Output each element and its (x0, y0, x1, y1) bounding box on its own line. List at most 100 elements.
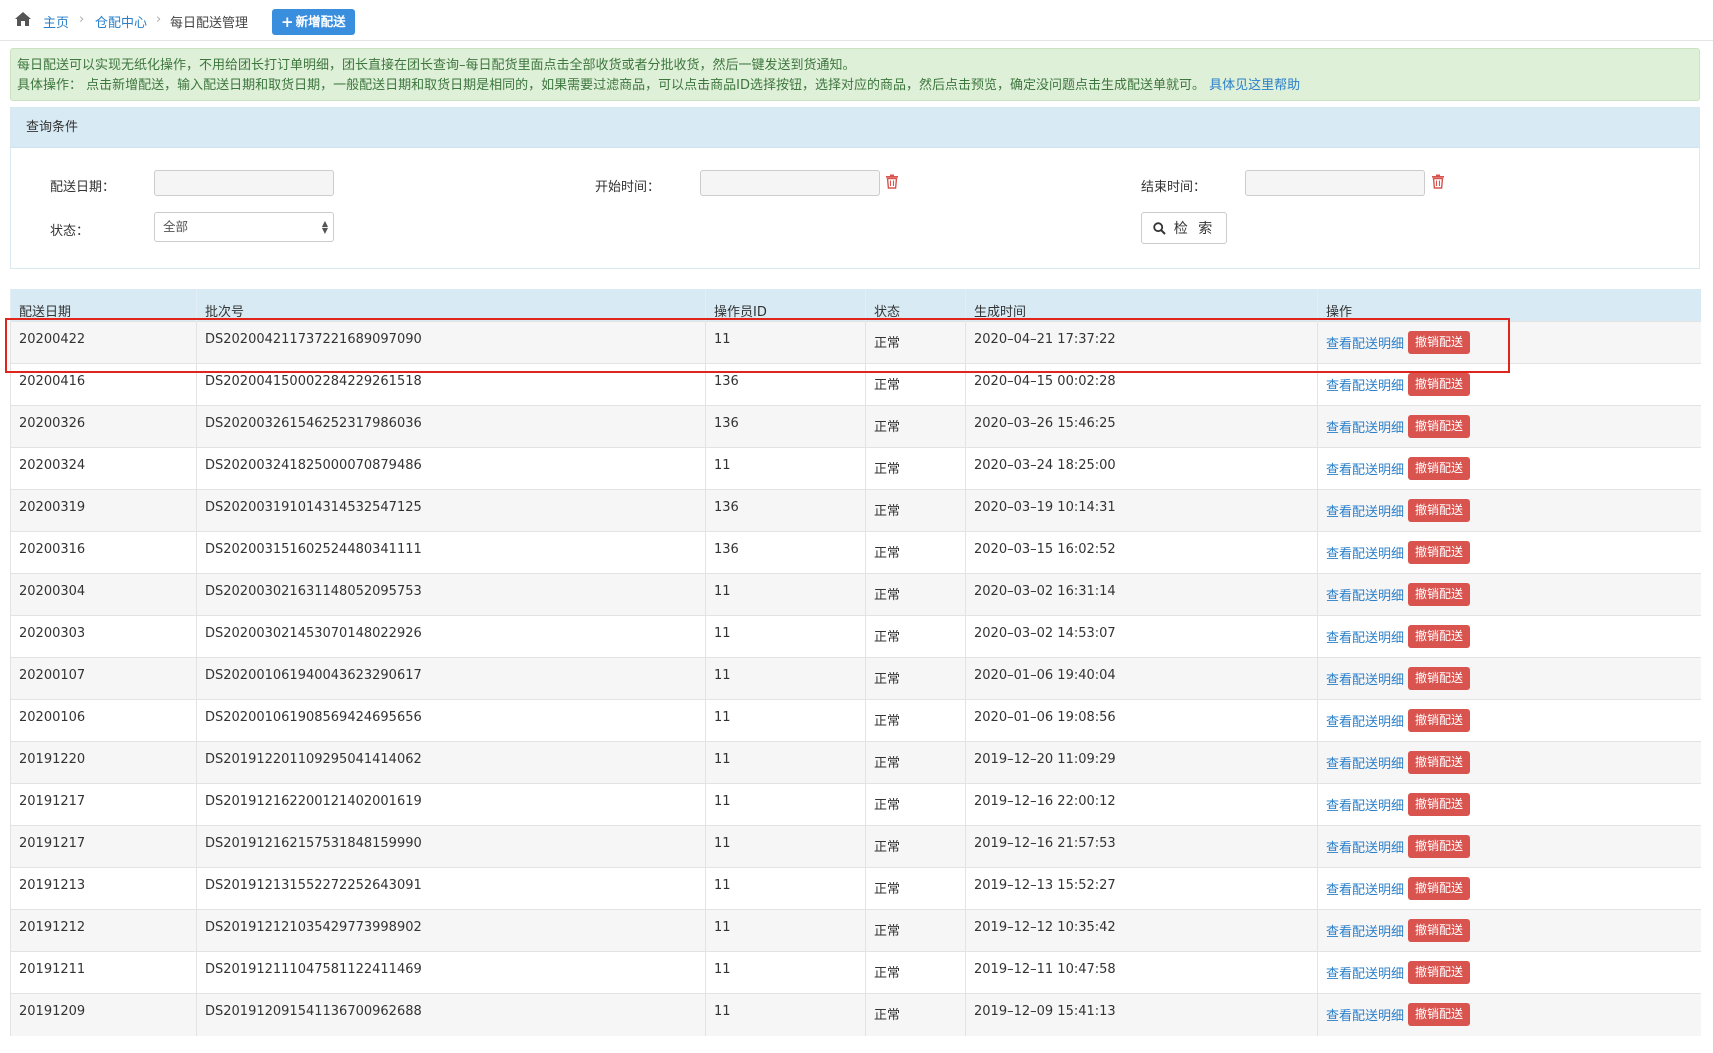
col-header-operator-id[interactable]: 操作员ID (705, 289, 866, 322)
notice-instructions: 具体操作： 点击新增配送，输入配送日期和取货日期，一般配送日期和取货日期是相同的… (17, 78, 1205, 93)
cell-operator-id: 11 (705, 825, 866, 868)
breadcrumb-current: 每日配送管理 (170, 16, 249, 31)
end-time-input[interactable] (1245, 170, 1425, 196)
cell-operator-id: 11 (705, 573, 866, 616)
cell-delivery-date: 20191220 (10, 741, 197, 784)
revoke-delivery-button[interactable]: 撤销配送 (1408, 499, 1471, 522)
table-row: 20200316 DS20200315160252448034​1111 136 正常… (10, 531, 1701, 574)
clear-end-time-icon[interactable] (1431, 174, 1445, 189)
clear-start-time-icon[interactable] (885, 174, 899, 189)
revoke-delivery-button[interactable]: 撤销配送 (1408, 751, 1471, 774)
revoke-delivery-button[interactable]: 撤销配送 (1408, 373, 1471, 396)
revoke-delivery-button[interactable]: 撤销配送 (1408, 667, 1471, 690)
view-delivery-detail-link[interactable]: 查看配送明细 (1326, 883, 1404, 898)
revoke-delivery-button[interactable]: 撤销配送 (1408, 793, 1471, 816)
status-select[interactable]: 全部 ▲ ▼ (154, 212, 334, 242)
revoke-delivery-button[interactable]: 撤销配送 (1408, 541, 1471, 564)
revoke-delivery-button[interactable]: 撤销配送 (1408, 835, 1471, 858)
revoke-delivery-button[interactable]: 撤销配送 (1408, 1003, 1471, 1026)
breadcrumb-separator: › (156, 12, 162, 27)
home-icon[interactable] (14, 11, 32, 27)
cell-delivery-date: 20191217 (10, 783, 197, 826)
revoke-delivery-button[interactable]: 撤销配送 (1408, 457, 1471, 480)
col-header-delivery-date[interactable]: 配送日期 (10, 289, 197, 322)
view-delivery-detail-link[interactable]: 查看配送明细 (1326, 505, 1404, 520)
table-row: 20200319 DS20200319101431453254712​5 136 正常… (10, 489, 1701, 532)
table-row: 20191212 DS20191212103542977399​8902 11 正常 2… (10, 909, 1701, 952)
cell-created-time: 2019–12–16 22:00:12 (965, 783, 1318, 826)
cell-status: 正常 (865, 363, 966, 406)
view-delivery-detail-link[interactable]: 查看配送明细 (1326, 379, 1404, 394)
view-delivery-detail-link[interactable]: 查看配送明细 (1326, 547, 1404, 562)
table-row: 20200107 DS20200106194004362329​0617 11 正常 2… (10, 657, 1701, 700)
cell-created-time: 2020–03–15 16:02:52 (965, 531, 1318, 574)
cell-delivery-date: 20200304 (10, 573, 197, 616)
cell-actions: 查看配送明细 撤销配送 (1317, 657, 1701, 700)
revoke-delivery-button[interactable]: 撤销配送 (1408, 625, 1471, 648)
cell-created-time: 2020–03–02 14:53:07 (965, 615, 1318, 658)
start-time-input[interactable] (700, 170, 880, 196)
view-delivery-detail-link[interactable]: 查看配送明细 (1326, 421, 1404, 436)
breadcrumb-warehouse[interactable]: 仓配中心 (95, 12, 147, 31)
table-row: 20191220 DS20191220110929504141​4062 11 正常 2… (10, 741, 1701, 784)
cell-delivery-date: 20200106 (10, 699, 197, 742)
cell-status: 正常 (865, 993, 966, 1036)
breadcrumb-home[interactable]: 主页 (43, 12, 69, 31)
cell-status: 正常 (865, 489, 966, 532)
col-header-batch-no[interactable]: 批次号 (196, 289, 706, 322)
delivery-date-label: 配送日期： (50, 180, 116, 195)
revoke-delivery-button[interactable]: 撤销配送 (1408, 331, 1471, 354)
revoke-delivery-button[interactable]: 撤销配送 (1408, 877, 1471, 900)
cell-actions: 查看配送明细 撤销配送 (1317, 489, 1701, 532)
cell-status: 正常 (865, 405, 966, 448)
cell-actions: 查看配送明细 撤销配送 (1317, 825, 1701, 868)
cell-status: 正常 (865, 867, 966, 910)
cell-delivery-date: 20191217 (10, 825, 197, 868)
revoke-delivery-button[interactable]: 撤销配送 (1408, 961, 1471, 984)
delivery-date-input[interactable] (154, 170, 334, 196)
add-delivery-button[interactable]: + 新增配送 (272, 9, 355, 35)
help-link[interactable]: 具体见这里帮助 (1209, 78, 1300, 93)
cell-batch-no: DS20200319101431453254712​5 (196, 489, 706, 532)
view-delivery-detail-link[interactable]: 查看配送明细 (1326, 841, 1404, 856)
cell-created-time: 2020–01–06 19:08:56 (965, 699, 1318, 742)
table-row: 20191213 DS20191213155227225264​3091 11 正常 2… (10, 867, 1701, 910)
cell-actions: 查看配送明细 撤销配送 (1317, 531, 1701, 574)
view-delivery-detail-link[interactable]: 查看配送明细 (1326, 463, 1404, 478)
view-delivery-detail-link[interactable]: 查看配送明细 (1326, 673, 1404, 688)
cell-batch-no: DS20191216220012140200​1619 (196, 783, 706, 826)
view-delivery-detail-link[interactable]: 查看配送明细 (1326, 631, 1404, 646)
cell-operator-id: 136 (705, 489, 866, 532)
cell-created-time: 2020–04–21 17:37:22 (965, 321, 1318, 364)
view-delivery-detail-link[interactable]: 查看配送明细 (1326, 967, 1404, 982)
cell-operator-id: 11 (705, 615, 866, 658)
cell-status: 正常 (865, 741, 966, 784)
view-delivery-detail-link[interactable]: 查看配送明细 (1326, 925, 1404, 940)
col-header-status[interactable]: 状态 (865, 289, 966, 322)
view-delivery-detail-link[interactable]: 查看配送明细 (1326, 589, 1404, 604)
view-delivery-detail-link[interactable]: 查看配送明细 (1326, 715, 1404, 730)
cell-operator-id: 136 (705, 363, 866, 406)
cell-status: 正常 (865, 615, 966, 658)
cell-batch-no: DS20200421173722168​9097090 (196, 321, 706, 364)
cell-status: 正常 (865, 951, 966, 994)
view-delivery-detail-link[interactable]: 查看配送明细 (1326, 799, 1404, 814)
info-notice: 每日配送可以实现无纸化操作，不用给团长打订单明细，团长直接在团长查询–每日配货里… (10, 48, 1700, 101)
view-delivery-detail-link[interactable]: 查看配送明细 (1326, 337, 1404, 352)
revoke-delivery-button[interactable]: 撤销配送 (1408, 919, 1471, 942)
cell-operator-id: 136 (705, 531, 866, 574)
revoke-delivery-button[interactable]: 撤销配送 (1408, 415, 1471, 438)
col-header-created-time[interactable]: 生成时间 (965, 289, 1318, 322)
search-button[interactable]: 检 索 (1141, 212, 1227, 244)
revoke-delivery-button[interactable]: 撤销配送 (1408, 583, 1471, 606)
cell-created-time: 2020–03–26 15:46:25 (965, 405, 1318, 448)
view-delivery-detail-link[interactable]: 查看配送明细 (1326, 757, 1404, 772)
cell-actions: 查看配送明细 撤销配送 (1317, 405, 1701, 448)
cell-actions: 查看配送明细 撤销配送 (1317, 321, 1701, 364)
start-time-label: 开始时间： (595, 180, 661, 195)
revoke-delivery-button[interactable]: 撤销配送 (1408, 709, 1471, 732)
search-label: 检 索 (1173, 221, 1216, 237)
view-delivery-detail-link[interactable]: 查看配送明细 (1326, 1009, 1404, 1024)
cell-batch-no: DS20191213155227225264​3091 (196, 867, 706, 910)
cell-status: 正常 (865, 531, 966, 574)
